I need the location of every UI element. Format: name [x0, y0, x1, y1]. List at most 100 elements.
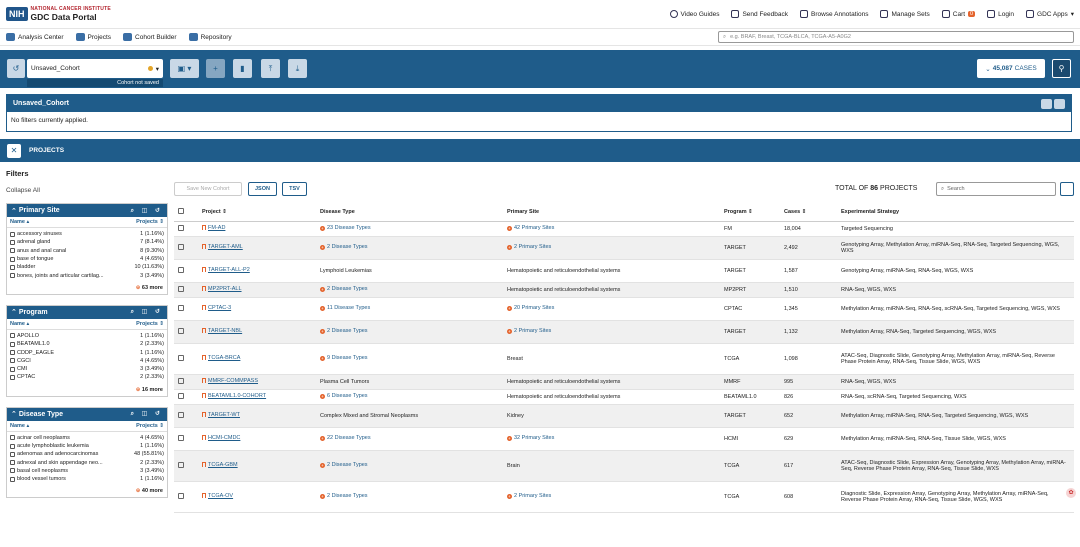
facet-row[interactable]: anus and anal canal 8 (9.30%) [7, 247, 167, 255]
facet-checkbox[interactable] [10, 435, 15, 441]
facet-row[interactable]: CDDP_EAGLE 1 (1.16%) [7, 348, 167, 356]
primary-sites-link[interactable]: +42 Primary Sites [507, 225, 554, 231]
row-checkbox[interactable] [178, 354, 184, 361]
primary-sites-link[interactable]: +32 Primary Sites [507, 435, 554, 441]
disease-types-link[interactable]: +11 Disease Types [320, 305, 370, 311]
show-more-link[interactable]: ⊕ 40 more [7, 485, 167, 497]
facet-checkbox[interactable] [10, 248, 15, 254]
quick-search-input[interactable]: ⌕ e.g. BRAF, Breast, TCGA-BLCA, TCGA-A5-… [718, 31, 1074, 43]
row-checkbox[interactable] [178, 304, 184, 311]
delete-cohort-button[interactable]: ▮ [233, 59, 252, 78]
nav-repository[interactable]: Repository [188, 33, 232, 41]
row-checkbox[interactable] [178, 461, 184, 468]
project-link[interactable]: TARGET-NBL [202, 328, 242, 334]
show-more-link[interactable]: ⊕ 63 more [7, 282, 167, 294]
row-checkbox[interactable] [178, 392, 184, 399]
gdc-logo[interactable]: NIH NATIONAL CANCER INSTITUTE GDC Data P… [6, 6, 111, 22]
col-project[interactable]: Project ⇕ [198, 203, 316, 222]
facet-checkbox[interactable] [10, 476, 15, 482]
case-count-button[interactable]: ⌄ 45,087 CASES [977, 59, 1045, 78]
facet-checkbox[interactable] [10, 231, 15, 237]
facet-header[interactable]: ⌃ Disease Type ⌕ ◫ ↺ [7, 407, 167, 421]
facet-row[interactable]: acute lymphoblastic leukemia 1 (1.16%) [7, 442, 167, 450]
facet-checkbox[interactable] [10, 273, 15, 279]
facet-name-sort[interactable]: Name ▴ [10, 423, 29, 429]
facet-row[interactable]: CMI 3 (3.49%) [7, 365, 167, 373]
primary-sites-link[interactable]: +2 Primary Sites [507, 244, 551, 250]
facet-header[interactable]: ⌃ Primary Site ⌕ ◫ ↺ [7, 204, 167, 217]
row-checkbox[interactable] [178, 434, 184, 441]
nav-projects[interactable]: Projects [75, 33, 111, 41]
project-link[interactable]: TCGA-OV [202, 493, 233, 499]
project-link[interactable]: TARGET-ALL-P2 [202, 267, 250, 273]
facet-checkbox[interactable] [10, 460, 15, 466]
disease-types-link[interactable]: +6 Disease Types [320, 393, 368, 399]
col-cases[interactable]: Cases ⇕ [780, 203, 837, 222]
video-guides-link[interactable]: Video Guides [669, 10, 719, 18]
row-checkbox[interactable] [178, 327, 184, 334]
select-all-checkbox[interactable] [178, 207, 184, 214]
facet-row[interactable]: CGCI 4 (4.65%) [7, 357, 167, 365]
send-feedback-link[interactable]: Send Feedback [731, 10, 788, 18]
facet-row[interactable]: bones, joints and articular cartilag... … [7, 271, 167, 279]
column-menu-button[interactable] [1060, 182, 1074, 196]
facet-checkbox[interactable] [10, 256, 15, 262]
facet-row[interactable]: adenomas and adenocarcinomas 48 (55.81%) [7, 450, 167, 458]
facet-checkbox[interactable] [10, 333, 15, 339]
row-checkbox[interactable] [178, 492, 184, 499]
project-link[interactable]: BEATAML1.0-COHORT [202, 393, 266, 399]
project-link[interactable]: HCMI-CMDC [202, 435, 240, 441]
disease-types-link[interactable]: +9 Disease Types [320, 355, 368, 361]
manage-sets-link[interactable]: Manage Sets [880, 10, 930, 18]
facet-row[interactable]: bladder 10 (11.63%) [7, 263, 167, 271]
disease-types-link[interactable]: +2 Disease Types [320, 462, 368, 468]
row-checkbox[interactable] [178, 411, 184, 418]
disease-types-link[interactable]: +2 Disease Types [320, 328, 368, 334]
project-link[interactable]: MP2PRT-ALL [202, 286, 242, 292]
facet-row[interactable]: APOLLO 1 (1.16%) [7, 332, 167, 340]
cart-link[interactable]: Cart 0 [941, 10, 976, 18]
facet-checkbox[interactable] [10, 358, 15, 364]
facet-row[interactable]: basal cell neoplasms 3 (3.49%) [7, 467, 167, 475]
row-checkbox[interactable] [178, 243, 184, 250]
disease-types-link[interactable]: +2 Disease Types [320, 493, 368, 499]
project-link[interactable]: MMRF-COMMPASS [202, 378, 258, 384]
primary-sites-link[interactable]: +2 Primary Sites [507, 328, 551, 334]
facet-row[interactable]: adrenal gland 7 (8.14%) [7, 238, 167, 246]
row-checkbox[interactable] [178, 285, 184, 292]
facet-projects-sort[interactable]: Projects ⇕ [136, 321, 164, 327]
facet-checkbox[interactable] [10, 366, 15, 372]
facet-checkbox[interactable] [10, 239, 15, 245]
project-link[interactable]: TCGA-BRCA [202, 355, 240, 361]
facet-row[interactable]: blood vessel tumors 1 (1.16%) [7, 475, 167, 483]
show-more-link[interactable]: ⊕ 16 more [7, 384, 167, 396]
save-cohort-button[interactable]: ▣ ▾ [170, 59, 199, 78]
facet-row[interactable]: CPTAC 2 (2.33%) [7, 373, 167, 381]
row-checkbox[interactable] [178, 224, 184, 231]
facet-projects-sort[interactable]: Projects ⇕ [136, 423, 164, 429]
facet-checkbox[interactable] [10, 350, 15, 356]
expand-icon[interactable] [1041, 98, 1052, 109]
facet-checkbox[interactable] [10, 451, 15, 457]
facet-checkbox[interactable] [10, 264, 15, 270]
project-link[interactable]: TARGET-WT [202, 412, 240, 418]
project-link[interactable]: TARGET-AML [202, 244, 243, 250]
discard-changes-button[interactable]: ↺ [7, 59, 25, 78]
facet-row[interactable]: acinar cell neoplasms 4 (4.65%) [7, 434, 167, 442]
facet-row[interactable]: BEATAML1.0 2 (2.33%) [7, 340, 167, 348]
facet-row[interactable]: base of tongue 4 (4.65%) [7, 255, 167, 263]
facet-row[interactable]: adnexal and skin appendage neo... 2 (2.3… [7, 458, 167, 466]
project-link[interactable]: TCGA-GBM [202, 462, 238, 468]
facet-tools-icon[interactable]: ⌕ ◫ ↺ [131, 308, 163, 316]
table-search-input[interactable]: ⌕ Search [936, 182, 1056, 196]
nav-cohort-builder[interactable]: Cohort Builder [123, 33, 177, 41]
facet-name-sort[interactable]: Name ▴ [10, 321, 29, 327]
facet-projects-sort[interactable]: Projects ⇕ [136, 219, 164, 225]
cohort-selector[interactable]: Unsaved_Cohort ▾ [27, 59, 163, 78]
browse-annotations-link[interactable]: Browse Annotations [800, 10, 868, 18]
import-cohort-button[interactable]: ⤒ [261, 59, 280, 78]
facet-checkbox[interactable] [10, 443, 15, 449]
collapse-icon[interactable] [1054, 98, 1065, 109]
add-cohort-button[interactable]: + [206, 59, 225, 78]
gdc-apps-menu[interactable]: GDC Apps ▾ [1026, 10, 1074, 18]
